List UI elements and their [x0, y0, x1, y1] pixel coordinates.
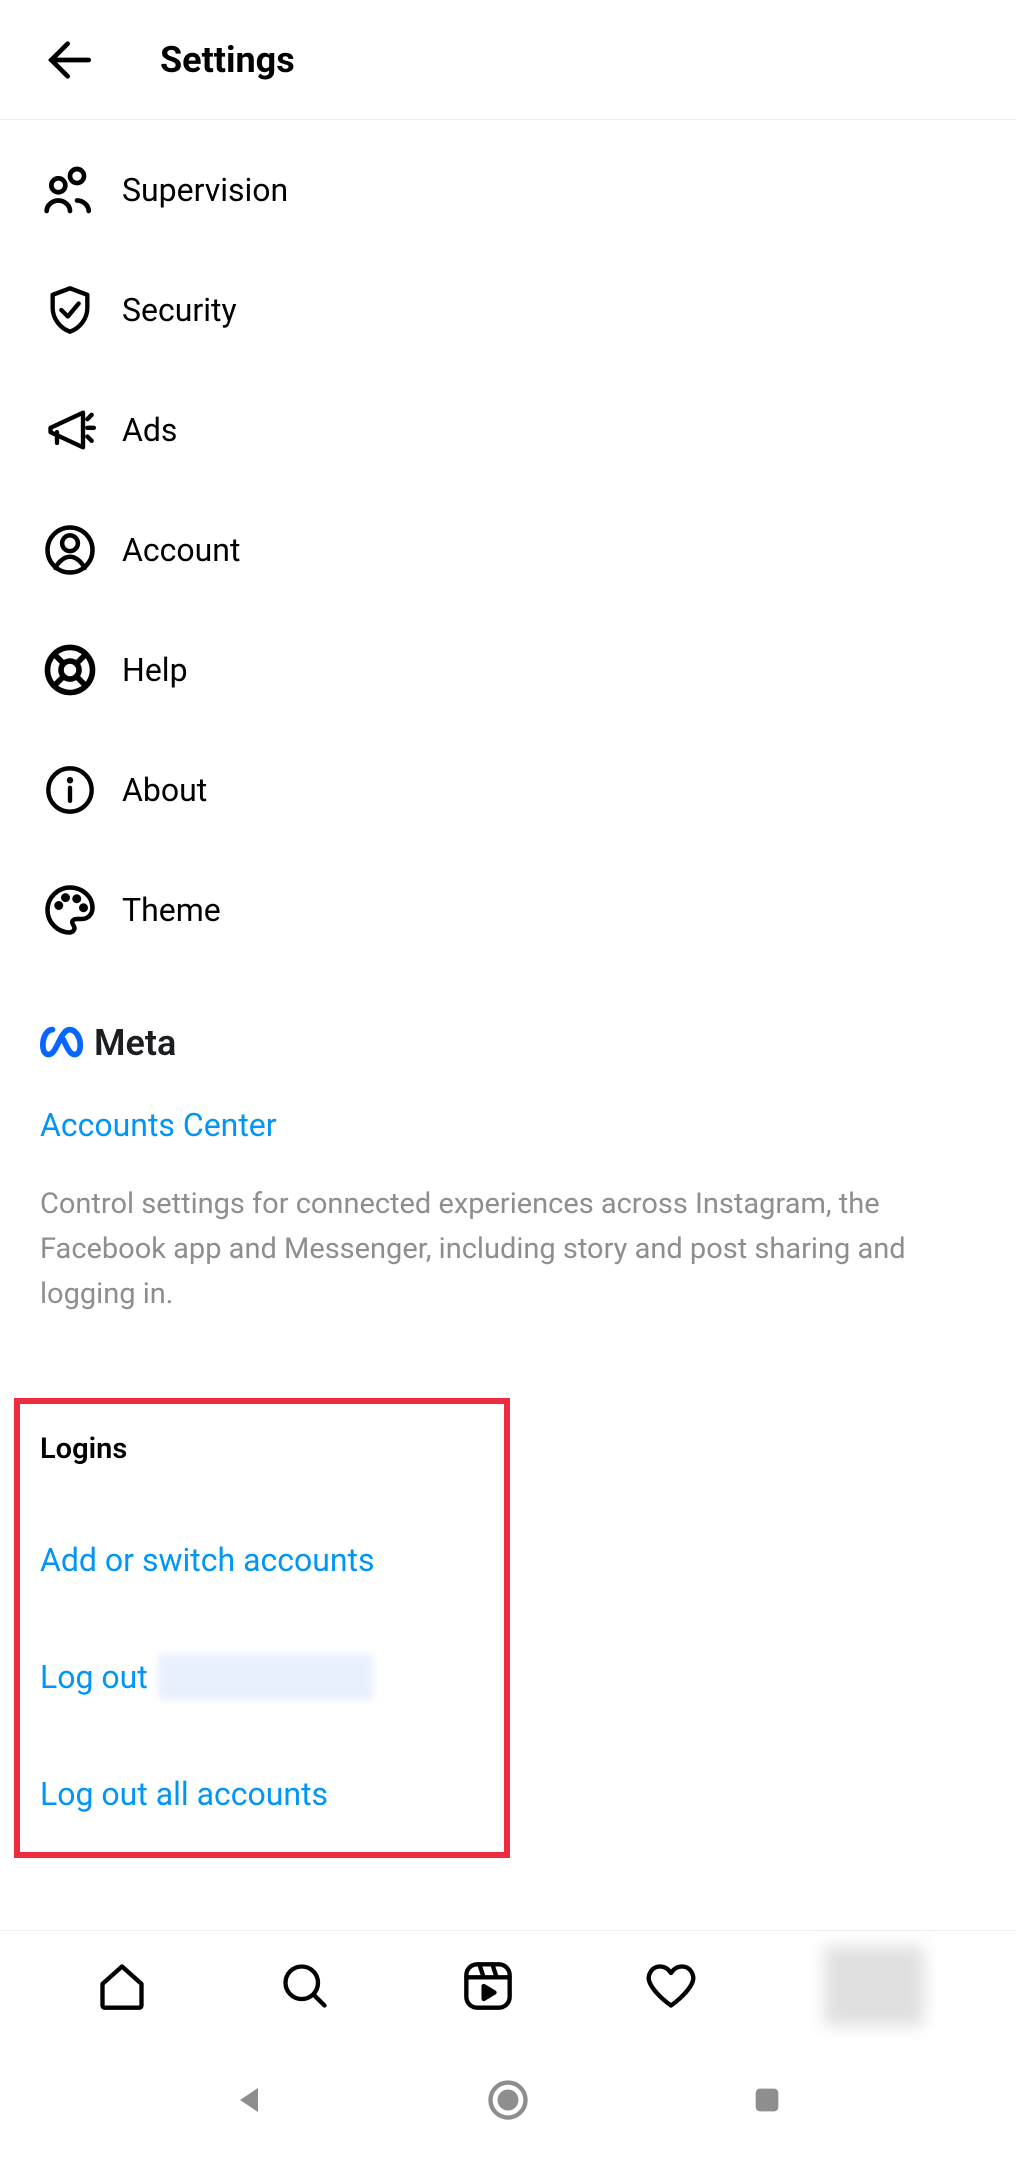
square-recents-icon — [750, 2083, 784, 2117]
heart-icon — [645, 1960, 697, 2012]
circle-home-icon — [487, 2079, 529, 2121]
security-icon — [40, 280, 100, 340]
settings-item-label: Security — [122, 291, 237, 329]
meta-brand-text: Meta — [94, 1022, 176, 1064]
system-recents-button[interactable] — [742, 2075, 792, 2125]
settings-item-help[interactable]: Help — [0, 610, 1016, 730]
meta-description: Control settings for connected experienc… — [40, 1182, 976, 1317]
settings-item-label: Ads — [122, 411, 177, 449]
meta-icon — [40, 1020, 86, 1066]
triangle-back-icon — [231, 2082, 267, 2118]
back-button[interactable] — [40, 30, 100, 90]
logout-all-link[interactable]: Log out all accounts — [40, 1775, 976, 1813]
nav-reels[interactable] — [458, 1956, 518, 2016]
logins-title: Logins — [40, 1432, 976, 1466]
settings-item-label: Theme — [122, 891, 221, 929]
settings-item-ads[interactable]: Ads — [0, 370, 1016, 490]
add-switch-accounts-link[interactable]: Add or switch accounts — [40, 1541, 976, 1579]
logout-link[interactable]: Log out — [40, 1654, 976, 1700]
link-label: Log out all accounts — [40, 1775, 328, 1813]
settings-item-supervision[interactable]: Supervision — [0, 130, 1016, 250]
nav-search[interactable] — [275, 1956, 335, 2016]
page-title: Settings — [160, 39, 295, 81]
system-nav — [0, 2040, 1016, 2160]
help-icon — [40, 640, 100, 700]
about-icon — [40, 760, 100, 820]
settings-item-label: Help — [122, 651, 188, 689]
home-icon — [96, 1960, 148, 2012]
settings-item-about[interactable]: About — [0, 730, 1016, 850]
settings-item-label: About — [122, 771, 207, 809]
link-label: Log out — [40, 1658, 148, 1696]
settings-list: Supervision Security Ads Account Help Ab… — [0, 120, 1016, 980]
settings-item-security[interactable]: Security — [0, 250, 1016, 370]
avatar — [824, 1946, 924, 2026]
bottom-nav — [0, 1930, 1016, 2040]
system-back-button[interactable] — [224, 2075, 274, 2125]
settings-item-label: Supervision — [122, 171, 288, 209]
settings-item-label: Account — [122, 531, 240, 569]
supervision-icon — [40, 160, 100, 220]
settings-item-account[interactable]: Account — [0, 490, 1016, 610]
redacted-username — [158, 1654, 373, 1700]
nav-profile[interactable] — [824, 1956, 924, 2016]
meta-section: Meta Accounts Center Control settings fo… — [0, 980, 1016, 1317]
reels-icon — [462, 1960, 514, 2012]
nav-activity[interactable] — [641, 1956, 701, 2016]
ads-icon — [40, 400, 100, 460]
logins-section: Logins Add or switch accounts Log out Lo… — [0, 1317, 1016, 1813]
settings-item-theme[interactable]: Theme — [0, 850, 1016, 970]
account-icon — [40, 520, 100, 580]
meta-logo: Meta — [40, 1020, 976, 1066]
header: Settings — [0, 0, 1016, 120]
link-label: Add or switch accounts — [40, 1541, 375, 1579]
nav-home[interactable] — [92, 1956, 152, 2016]
accounts-center-link[interactable]: Accounts Center — [40, 1106, 976, 1144]
theme-icon — [40, 880, 100, 940]
search-icon — [279, 1960, 331, 2012]
system-home-button[interactable] — [483, 2075, 533, 2125]
